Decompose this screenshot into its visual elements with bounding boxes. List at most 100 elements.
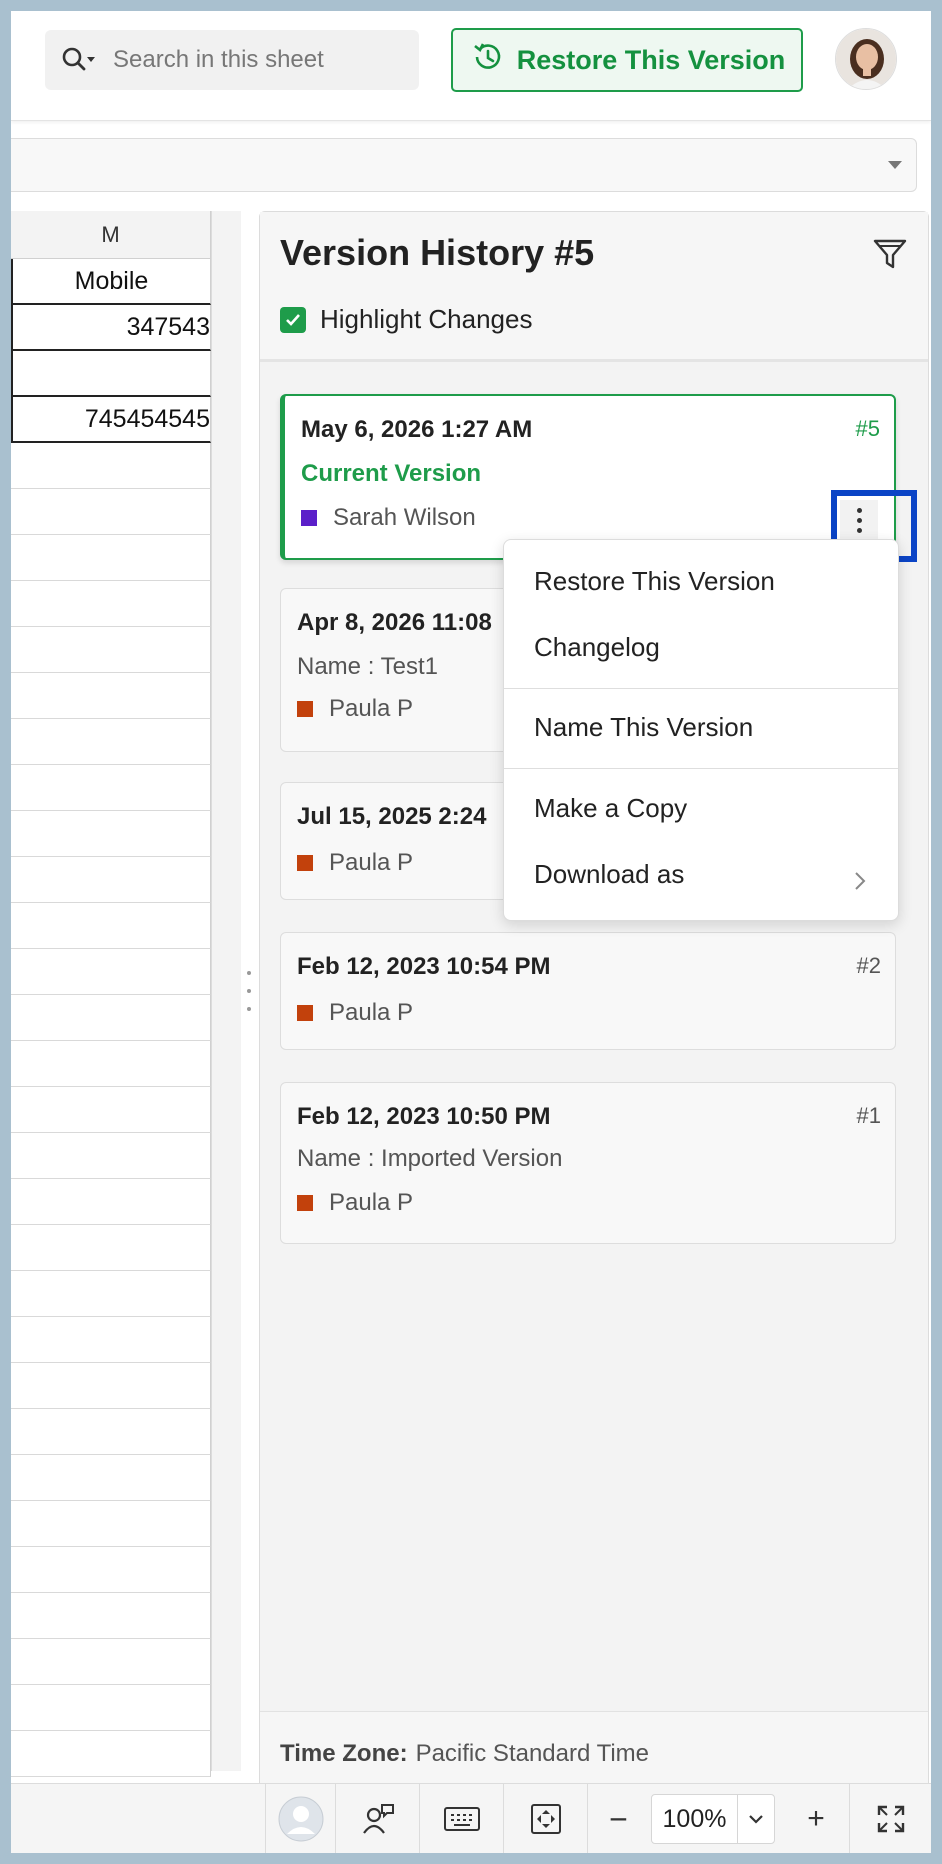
table-cell[interactable]: [11, 581, 211, 627]
user-avatar[interactable]: [835, 28, 897, 90]
fullscreen-icon[interactable]: [849, 1784, 931, 1853]
panel-title: Version History #5: [280, 232, 595, 273]
bottom-toolbar: − 100% +: [11, 1783, 931, 1853]
table-cell[interactable]: [11, 673, 211, 719]
table-cell[interactable]: [11, 1409, 211, 1455]
table-cell[interactable]: [11, 1179, 211, 1225]
table-cell[interactable]: [11, 1639, 211, 1685]
formula-bar[interactable]: [11, 138, 917, 192]
search-icon[interactable]: [61, 45, 105, 75]
version-author: Paula P: [297, 695, 413, 723]
chevron-down-icon[interactable]: [888, 161, 902, 169]
table-cell[interactable]: [11, 949, 211, 995]
table-cell[interactable]: [11, 1225, 211, 1271]
keyboard-icon[interactable]: [419, 1784, 503, 1853]
search-box[interactable]: Search in this sheet: [45, 30, 419, 90]
menu-item-restore[interactable]: Restore This Version: [534, 566, 775, 597]
scroll-gutter[interactable]: [211, 211, 241, 1771]
column-header-m[interactable]: M: [11, 211, 211, 259]
table-cell[interactable]: 347543: [11, 305, 211, 351]
version-card-current[interactable]: May 6, 2026 1:27 AM #5 Current Version S…: [280, 394, 896, 560]
author-name: Sarah Wilson: [333, 504, 476, 531]
version-context-menu: Restore This Version Changelog Name This…: [503, 539, 899, 921]
highlight-changes-toggle[interactable]: Highlight Changes: [280, 304, 532, 335]
spreadsheet-grid[interactable]: M Mobile 347543 745454545: [11, 211, 241, 1777]
table-cell[interactable]: [11, 1363, 211, 1409]
zoom-level: 100%: [652, 1794, 738, 1844]
fit-to-screen-icon[interactable]: [503, 1784, 587, 1853]
search-input[interactable]: Search in this sheet: [113, 46, 324, 74]
version-author: Paula P: [297, 849, 413, 877]
zoom-out-button[interactable]: −: [587, 1784, 649, 1853]
zoom-select[interactable]: 100%: [651, 1794, 775, 1844]
version-date: Feb 12, 2023 10:54 PM: [297, 953, 551, 980]
table-cell[interactable]: [11, 1685, 211, 1731]
highlight-checkbox[interactable]: [280, 306, 306, 333]
version-card[interactable]: Feb 12, 2023 10:54 PM #2 Paula P: [280, 932, 896, 1050]
version-author: Sarah Wilson: [301, 504, 476, 532]
table-cell[interactable]: [11, 811, 211, 857]
table-cell[interactable]: 745454545: [11, 397, 211, 443]
table-cell[interactable]: [11, 1501, 211, 1547]
version-date: Apr 8, 2026 11:08: [297, 609, 492, 636]
table-cell[interactable]: [11, 443, 211, 489]
menu-item-make-copy[interactable]: Make a Copy: [534, 793, 687, 824]
table-cell[interactable]: Mobile: [11, 259, 211, 305]
table-cell[interactable]: [11, 1731, 211, 1777]
table-cell[interactable]: [11, 351, 211, 397]
timezone-value: Pacific Standard Time: [415, 1739, 650, 1767]
table-cell[interactable]: [11, 903, 211, 949]
history-icon: [469, 39, 505, 82]
menu-divider: [504, 768, 898, 769]
version-number: #1: [856, 1103, 881, 1128]
filter-icon[interactable]: [872, 236, 908, 272]
author-name: Paula P: [329, 999, 414, 1026]
zoom-in-button[interactable]: +: [783, 1784, 849, 1853]
author-name: Paula P: [329, 1189, 414, 1216]
app-window: Search in this sheet Restore This Versio…: [11, 11, 931, 1853]
table-cell[interactable]: [11, 1455, 211, 1501]
version-card[interactable]: Feb 12, 2023 10:50 PM #1 Name : Imported…: [280, 1082, 896, 1244]
author-color-swatch: [301, 510, 317, 526]
version-date: Feb 12, 2023 10:50 PM: [297, 1103, 551, 1130]
table-cell[interactable]: [11, 1593, 211, 1639]
author-name: Paula P: [329, 849, 414, 876]
table-cell[interactable]: [11, 627, 211, 673]
highlight-label: Highlight Changes: [320, 304, 533, 334]
chat-user-icon[interactable]: [335, 1784, 419, 1853]
version-date: May 6, 2026 1:27 AM: [301, 416, 533, 443]
table-cell[interactable]: [11, 1087, 211, 1133]
version-number: #5: [855, 416, 880, 441]
table-cell[interactable]: [11, 535, 211, 581]
chevron-down-icon[interactable]: [738, 1814, 774, 1824]
table-cell[interactable]: [11, 1271, 211, 1317]
table-cell[interactable]: [11, 719, 211, 765]
table-cell[interactable]: [11, 489, 211, 535]
collaborator-avatar[interactable]: [265, 1784, 335, 1853]
table-cell[interactable]: [11, 1133, 211, 1179]
grid-rows: Mobile 347543 745454545: [11, 259, 211, 1777]
author-color-swatch: [297, 855, 313, 871]
version-date: Jul 15, 2025 2:24: [297, 803, 487, 830]
table-cell[interactable]: [11, 1317, 211, 1363]
author-color-swatch: [297, 1005, 313, 1021]
timezone-label: Time Zone:: [280, 1739, 408, 1767]
table-cell[interactable]: [11, 995, 211, 1041]
table-cell[interactable]: [11, 765, 211, 811]
table-cell[interactable]: [11, 1041, 211, 1087]
menu-item-download-as[interactable]: Download as: [534, 859, 684, 890]
restore-version-button[interactable]: Restore This Version: [451, 28, 803, 92]
panel-resize-handle[interactable]: [245, 971, 253, 1011]
version-number: #2: [856, 953, 881, 978]
table-cell[interactable]: [11, 857, 211, 903]
version-author: Paula P: [297, 1189, 413, 1217]
menu-divider: [504, 688, 898, 689]
version-author: Paula P: [297, 999, 413, 1027]
table-cell[interactable]: [11, 1547, 211, 1593]
chevron-right-icon: [854, 872, 866, 890]
menu-item-changelog[interactable]: Changelog: [534, 632, 660, 663]
version-history-panel: Version History #5 Highlight Changes May…: [259, 211, 929, 1796]
menu-item-name-version[interactable]: Name This Version: [534, 712, 753, 743]
current-version-label: Current Version: [301, 460, 482, 487]
panel-header: Version History #5 Highlight Changes: [260, 212, 928, 362]
